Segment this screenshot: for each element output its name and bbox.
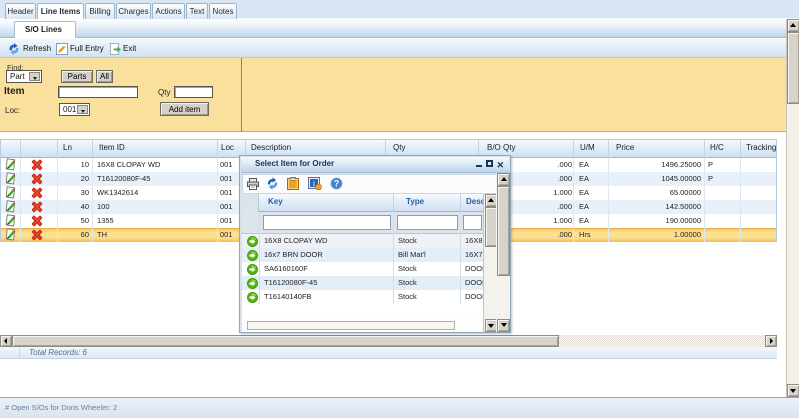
svg-text:?: ? (334, 179, 340, 189)
